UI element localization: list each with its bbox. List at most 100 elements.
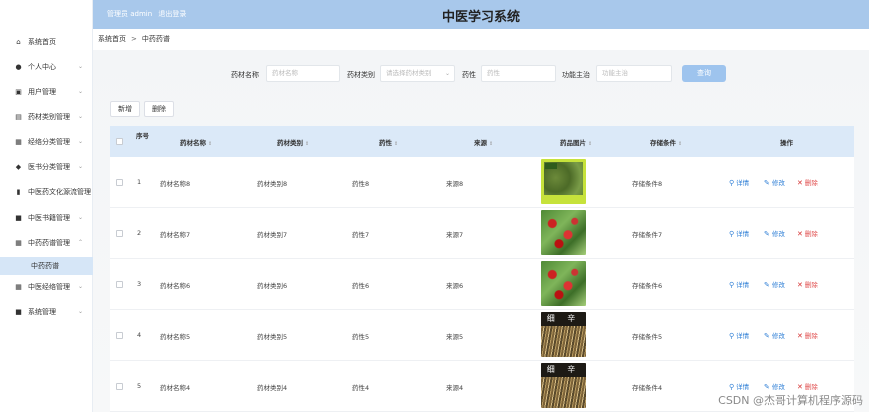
detail-button[interactable]: ⚲ 详情 <box>729 177 749 187</box>
th-category-label: 药材类别 <box>277 139 303 147</box>
select-all-checkbox[interactable] <box>116 138 123 145</box>
row-checkbox[interactable] <box>116 179 123 186</box>
sidebar-item-home[interactable]: ⌂ 系统首页 <box>0 31 93 53</box>
cell-property: 药性5 <box>352 333 370 341</box>
sidebar-subitem-herb-spectrum[interactable]: 中药药谱 <box>0 257 93 275</box>
row-checkbox[interactable] <box>116 383 123 390</box>
chart-icon: ▮ <box>16 188 21 196</box>
th-name-label: 药材名称 <box>180 139 206 147</box>
delete-button[interactable]: 删除 <box>144 101 174 117</box>
herb-category-label: 药材类别 <box>347 71 375 79</box>
sidebar-item-users[interactable]: ▣ 用户管理 ⌄ <box>0 81 93 103</box>
delete-row-button[interactable]: ✕ 删除 <box>797 228 818 238</box>
sidebar-item-culture[interactable]: ▮ 中医药文化源流管理 <box>0 181 93 203</box>
row-checkbox[interactable] <box>116 332 123 339</box>
sidebar-item-meridian-category[interactable]: ▦ 经络分类管理 ⌄ <box>0 131 93 153</box>
herb-name-label: 药材名称 <box>231 71 259 79</box>
cell-property: 药性6 <box>352 282 370 290</box>
category-icon: ▤ <box>15 113 22 121</box>
herb-category-placeholder: 请选择药材类别 <box>386 69 432 77</box>
herb-image[interactable] <box>541 159 586 204</box>
edit-button[interactable]: ✎ 修改 <box>764 228 785 238</box>
table-row: 3 药材名称6 药材类别6 药性6 来源6 存储条件6 ⚲ 详情 ✎ 修改 ✕ 删除 <box>110 259 854 310</box>
herb-category-select[interactable]: 请选择药材类别 ⌄ <box>380 65 455 82</box>
th-source[interactable]: 来源 ⇕ <box>474 137 493 147</box>
edit-button[interactable]: ✎ 修改 <box>764 279 785 289</box>
top-bar: 管理员 admin 退出登录 中医学习系统 <box>93 0 869 29</box>
herb-image[interactable]: 细 辛 <box>541 312 586 357</box>
breadcrumb-home[interactable]: 系统首页 <box>98 35 126 43</box>
detail-button[interactable]: ⚲ 详情 <box>729 279 749 289</box>
detail-button[interactable]: ⚲ 详情 <box>729 381 749 391</box>
home-icon: ⌂ <box>16 38 21 46</box>
detail-button[interactable]: ⚲ 详情 <box>729 330 749 340</box>
sidebar-item-meridian[interactable]: ▦ 中医经络管理 ⌄ <box>0 276 93 298</box>
detail-button[interactable]: ⚲ 详情 <box>729 228 749 238</box>
breadcrumb-current: 中药药谱 <box>141 35 170 43</box>
sidebar-item-herb-spectrum[interactable]: ▦ 中药药谱管理 ⌃ <box>0 232 93 254</box>
chevron-down-icon: ⌄ <box>77 138 83 145</box>
sidebar-item-herb-category[interactable]: ▤ 药材类别管理 ⌄ <box>0 106 93 128</box>
th-image-label: 药品图片 <box>560 139 586 147</box>
query-button[interactable]: 查询 <box>682 65 726 82</box>
th-storage[interactable]: 存储条件 ⇕ <box>650 137 682 147</box>
herb-image[interactable] <box>541 210 586 255</box>
th-source-label: 来源 <box>474 139 487 147</box>
edit-button[interactable]: ✎ 修改 <box>764 330 785 340</box>
table-row: 1 药材名称8 药材类别8 药性8 来源8 存储条件8 ⚲ 详情 ✎ 修改 ✕ 删除 <box>110 157 854 208</box>
row-checkbox[interactable] <box>116 230 123 237</box>
cell-storage: 存储条件5 <box>632 333 663 341</box>
cell-no: 4 <box>137 331 142 339</box>
sidebar: ⌂ 系统首页 ● 个人中心 ⌄ ▣ 用户管理 ⌄ ▤ 药材类别管理 ⌄ ▦ 经络… <box>0 0 93 412</box>
th-category[interactable]: 药材类别 ⇕ <box>277 137 309 147</box>
sidebar-item-books[interactable]: ■ 中医书籍管理 ⌄ <box>0 207 93 229</box>
herb-image-caption: 细 辛 <box>541 363 586 377</box>
delete-row-button[interactable]: ✕ 删除 <box>797 330 818 340</box>
delete-row-button[interactable]: ✕ 删除 <box>797 279 818 289</box>
edit-label: 修改 <box>771 281 785 289</box>
edit-button[interactable]: ✎ 修改 <box>764 177 785 187</box>
search-icon: ⚲ <box>729 230 735 238</box>
sidebar-item-label: 经络分类管理 <box>28 138 70 146</box>
edit-button[interactable]: ✎ 修改 <box>764 381 785 391</box>
herb-name-input[interactable]: 药材名称 <box>266 65 340 82</box>
edit-label: 修改 <box>771 332 785 340</box>
sidebar-item-system[interactable]: ■ 系统管理 ⌄ <box>0 301 93 323</box>
property-label: 药性 <box>462 71 476 79</box>
cell-category: 药材类别8 <box>257 180 288 188</box>
property-input[interactable]: 药性 <box>481 65 556 82</box>
th-ops: 操作 <box>780 139 793 147</box>
delete-label: 删除 <box>804 230 818 238</box>
add-button[interactable]: 新增 <box>110 101 140 117</box>
sidebar-item-personal[interactable]: ● 个人中心 ⌄ <box>0 56 93 78</box>
sidebar-item-book-category[interactable]: ◆ 医书分类管理 ⌄ <box>0 156 93 178</box>
cell-storage: 存储条件7 <box>632 231 663 239</box>
sidebar-item-label: 中医经络管理 <box>28 283 70 291</box>
sidebar-item-label: 医书分类管理 <box>28 163 70 171</box>
herb-image-caption: 细 辛 <box>541 312 586 326</box>
sidebar-item-label: 药材类别管理 <box>28 113 70 121</box>
delete-row-button[interactable]: ✕ 删除 <box>797 177 818 187</box>
th-name[interactable]: 药材名称 ⇕ <box>180 137 212 147</box>
row-checkbox[interactable] <box>116 281 123 288</box>
detail-label: 详情 <box>736 179 750 187</box>
cell-storage: 存储条件4 <box>632 384 663 392</box>
grid-icon: ▦ <box>15 138 22 146</box>
sort-icon: ⇕ <box>394 141 399 147</box>
edit-icon: ✎ <box>764 332 770 340</box>
cell-property: 药性4 <box>352 384 370 392</box>
cell-category: 药材类别6 <box>257 282 288 290</box>
table-row: 4 药材名称5 药材类别5 药性5 来源5 细 辛 存储条件5 ⚲ 详情 ✎ 修改 … <box>110 310 854 361</box>
edit-icon: ✎ <box>764 230 770 238</box>
delete-label: 删除 <box>804 179 818 187</box>
th-property[interactable]: 药性 ⇕ <box>379 137 398 147</box>
herb-image[interactable] <box>541 261 586 306</box>
function-input[interactable]: 功能主治 <box>596 65 672 82</box>
chevron-down-icon: ⌄ <box>77 113 83 120</box>
sort-icon: ⇕ <box>208 141 213 147</box>
delete-row-button[interactable]: ✕ 删除 <box>797 381 818 391</box>
th-image[interactable]: 药品图片 ⇕ <box>560 137 592 147</box>
sidebar-subitem-label: 中药药谱 <box>31 262 59 270</box>
search-icon: ⚲ <box>729 281 735 289</box>
herb-image[interactable]: 细 辛 <box>541 363 586 408</box>
